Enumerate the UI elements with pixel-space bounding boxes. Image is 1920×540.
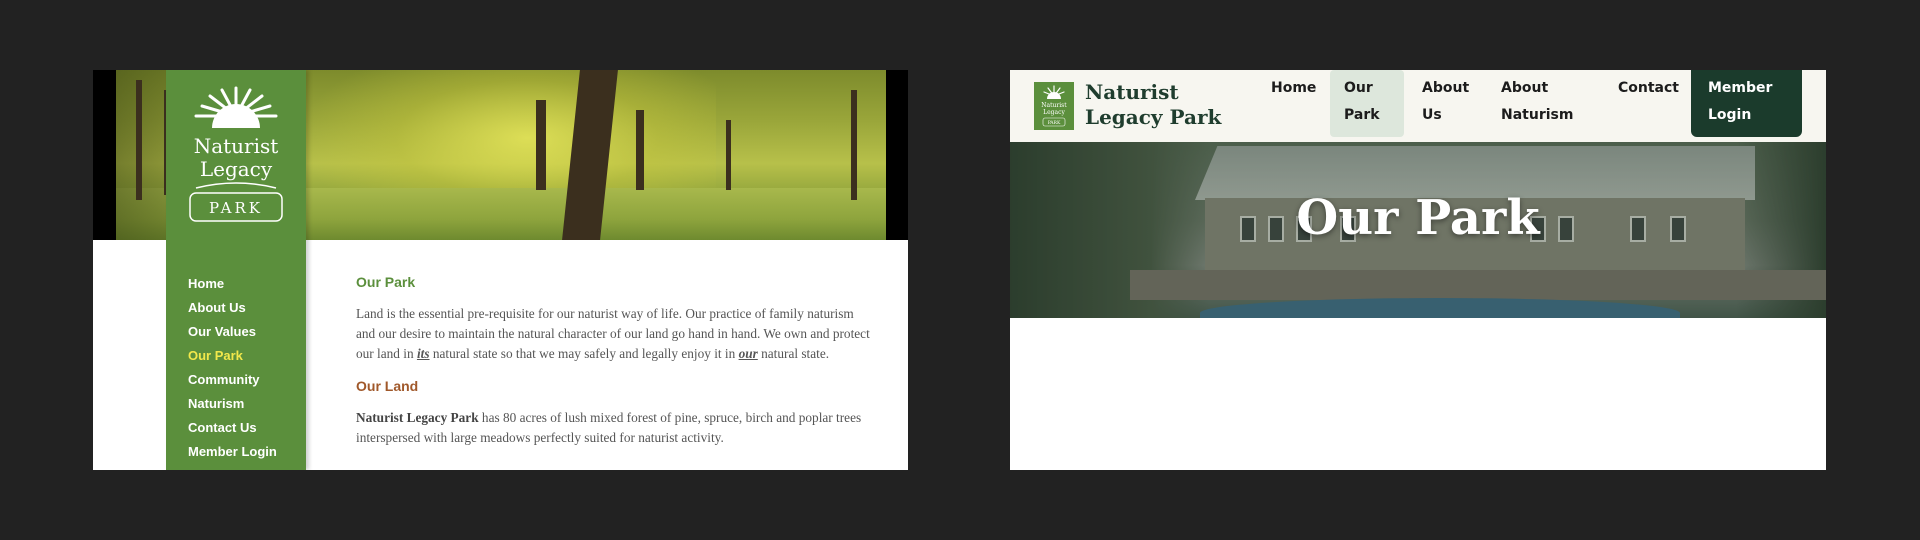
old-nav-member-login[interactable]: Member Login (188, 440, 277, 464)
svg-text:Naturist: Naturist (194, 134, 279, 158)
old-heading-our-park: Our Park (356, 274, 416, 290)
new-brand-name[interactable]: Naturist Legacy Park (1085, 80, 1255, 130)
new-nav-about-naturism[interactable]: About Naturism (1487, 70, 1587, 134)
old-nav-community[interactable]: Community (188, 368, 277, 392)
old-main-nav: Home About Us Our Values Our Park Commun… (188, 272, 277, 464)
svg-text:Naturist: Naturist (1041, 102, 1067, 109)
svg-text:PARK: PARK (1048, 120, 1061, 126)
svg-text:PARK: PARK (209, 199, 263, 217)
svg-text:Legacy: Legacy (1043, 109, 1065, 116)
old-site-panel: Naturist Legacy PARK Home About Us Our V… (93, 70, 908, 470)
old-paragraph-land: Land is the essential pre-requisite for … (356, 306, 870, 361)
old-main-content: Our Park Land is the essential pre-requi… (356, 270, 876, 462)
new-page-title: Our Park (1296, 190, 1540, 246)
sun-logo-icon: Naturist Legacy PARK (1041, 85, 1067, 127)
new-nav-contact[interactable]: Contact (1604, 70, 1693, 107)
new-nav-about-us[interactable]: About Us (1408, 70, 1480, 134)
new-hero-banner: Our Park (1010, 142, 1826, 318)
svg-text:Legacy: Legacy (200, 157, 273, 181)
new-logo[interactable]: Naturist Legacy PARK (1034, 82, 1074, 130)
sun-logo-icon: Naturist Legacy PARK (189, 86, 283, 222)
member-login-button[interactable]: Member Login (1691, 70, 1802, 137)
old-nav-contact-us[interactable]: Contact Us (188, 416, 277, 440)
old-logo[interactable]: Naturist Legacy PARK (166, 70, 306, 240)
old-nav-about-us[interactable]: About Us (188, 296, 277, 320)
old-nav-home[interactable]: Home (188, 272, 277, 296)
old-paragraph-acres: Naturist Legacy Park has 80 acres of lus… (356, 410, 862, 445)
new-nav-our-park[interactable]: Our Park (1330, 70, 1404, 137)
old-sidebar: Naturist Legacy PARK Home About Us Our V… (166, 70, 306, 470)
new-nav-home[interactable]: Home (1257, 70, 1330, 107)
old-heading-our-land: Our Land (356, 378, 419, 394)
old-nav-naturism[interactable]: Naturism (188, 392, 277, 416)
old-nav-our-park[interactable]: Our Park (188, 344, 277, 368)
old-nav-our-values[interactable]: Our Values (188, 320, 277, 344)
new-site-panel: Naturist Legacy PARK Naturist Legacy Par… (1010, 70, 1826, 470)
new-header: Naturist Legacy PARK Naturist Legacy Par… (1010, 70, 1826, 142)
